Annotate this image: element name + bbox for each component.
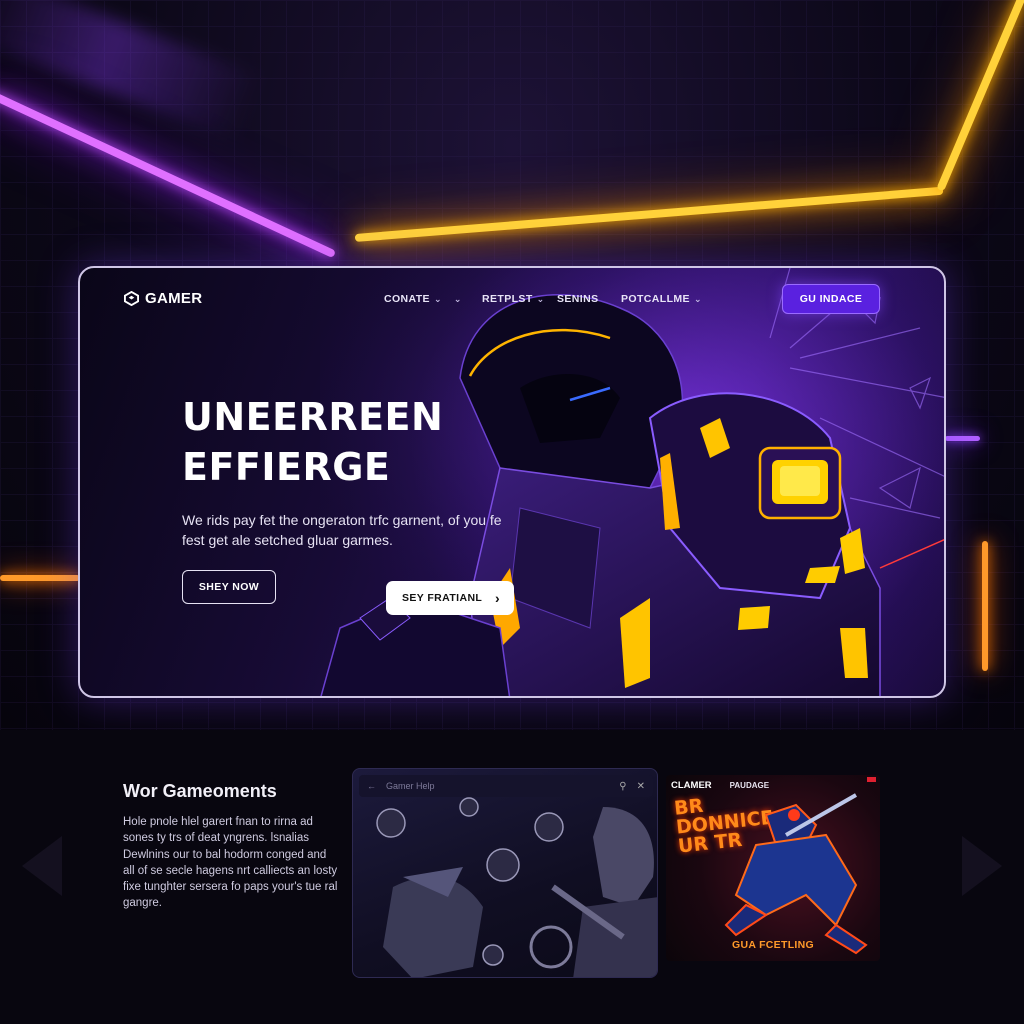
nav-item-label: RETPLST: [482, 293, 533, 305]
chevron-right-icon: ›: [494, 590, 500, 606]
neon-strip-orange-left: [0, 575, 80, 581]
shop-now-button[interactable]: SHEY NOW: [182, 570, 276, 604]
hero-headline: UNEERREEN EFFIERGE: [182, 392, 443, 492]
hero-banner: GAMER CONATE ⌄ ⌄ RETPLST ⌄ SENINS POTCAL…: [78, 266, 946, 698]
section-title: Wor Gameoments: [123, 781, 277, 801]
back-arrow-icon[interactable]: ←: [367, 781, 376, 791]
card-search-placeholder: Gamer Help: [386, 781, 435, 791]
gamer-logo-icon: [124, 291, 139, 306]
neon-strip-violet-right: [945, 436, 980, 441]
nav-item-senins[interactable]: SENINS: [557, 293, 599, 305]
nav-item-potcallme[interactable]: POTCALLME ⌄: [621, 293, 702, 305]
brand-logo[interactable]: GAMER: [124, 290, 202, 307]
carousel-prev-arrow[interactable]: [22, 836, 62, 896]
section-body: Hole pnole hlel garert fnan to rirna ad …: [123, 816, 338, 910]
action-hero-poster-art: [724, 793, 868, 955]
nav-item-label: CONATE: [384, 293, 430, 305]
chevron-down-icon: ⌄: [453, 293, 462, 304]
chevron-down-icon: ⌄: [536, 293, 545, 304]
nav-item-conate[interactable]: CONATE ⌄ ⌄: [384, 293, 462, 305]
nav-item-retplst[interactable]: RETPLST ⌄: [482, 293, 545, 305]
close-icon[interactable]: ✕: [637, 781, 645, 792]
nav-item-label: SENINS: [557, 293, 599, 305]
hero-subtext: We rids pay fet the ongeraton trfc garne…: [182, 512, 502, 548]
poster-footer: GUA FCETLING: [732, 939, 814, 951]
game-card-poster[interactable]: CLAMER PAUDAGE BR DONNICE UR TR GUA FCET…: [666, 775, 880, 961]
card-search-bar[interactable]: ← Gamer Help ⚲ ✕: [359, 775, 653, 797]
headline-line-1: UNEERREEN: [182, 395, 444, 439]
carousel-next-arrow[interactable]: [962, 836, 1002, 896]
secondary-cta-button[interactable]: SEY FRATIANL ›: [386, 581, 514, 615]
secondary-cta-label: SEY FRATIANL: [402, 592, 483, 604]
neon-strip-orange-right: [982, 541, 988, 671]
character-collection-art: [376, 797, 657, 977]
headline-line-2: EFFIERGE: [182, 445, 391, 489]
brand-name: GAMER: [145, 290, 203, 307]
nav-item-label: POTCALLME: [621, 293, 690, 305]
nav-cta-button[interactable]: GU INDACE: [782, 284, 880, 314]
game-card-characters[interactable]: ← Gamer Help ⚲ ✕: [352, 768, 658, 978]
search-icon[interactable]: ⚲: [619, 781, 626, 792]
chevron-down-icon: ⌄: [433, 293, 442, 304]
top-navigation: GAMER CONATE ⌄ ⌄ RETPLST ⌄ SENINS POTCAL…: [80, 268, 944, 330]
chevron-down-icon: ⌄: [693, 293, 702, 304]
